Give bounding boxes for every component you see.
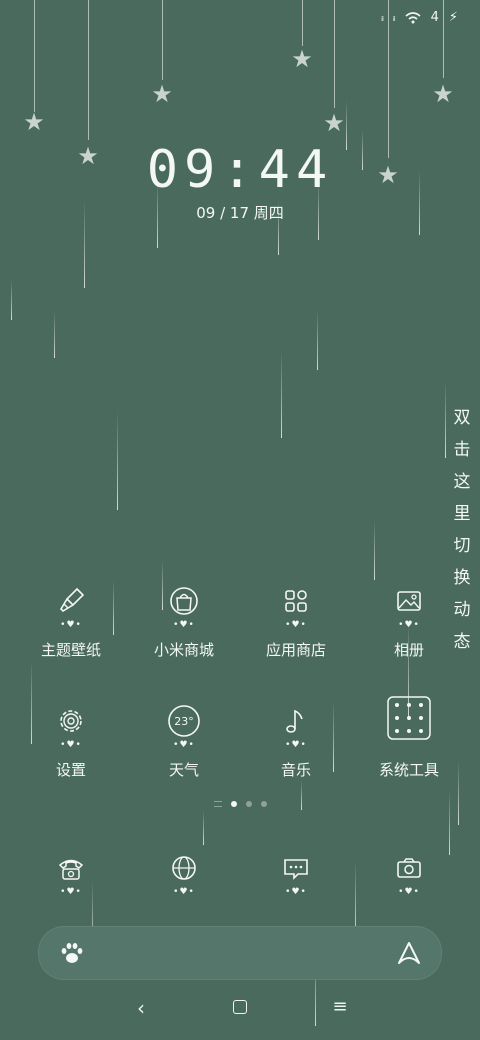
bolt-icon: ⚡	[448, 10, 458, 25]
heart-deco: •♥•	[398, 887, 420, 897]
assistant-icon[interactable]	[395, 939, 423, 967]
star-icon: ★	[23, 108, 45, 136]
star-icon: ★	[291, 45, 313, 73]
rain-line	[11, 280, 12, 320]
signal-icon: ᵢₗ	[380, 11, 384, 24]
dock-messages[interactable]: •♥•	[241, 850, 351, 898]
page-dot-list[interactable]	[213, 801, 222, 807]
status-bar: ᵢₗ ᵢₗ 4 ⚡	[381, 10, 458, 25]
hanging-string	[302, 0, 303, 46]
rain-line	[54, 310, 55, 358]
app-mi-store[interactable]: •♥• 小米商城	[129, 583, 239, 660]
app-label: 天气	[168, 761, 199, 779]
music-note-icon	[286, 709, 303, 733]
heart-deco: •♥•	[60, 620, 82, 630]
heart-deco: •♥•	[173, 620, 195, 630]
heart-deco: •♥•	[285, 740, 307, 750]
lock-clock-date[interactable]: 09 / 17 周四	[0, 202, 480, 223]
browser-globe-icon	[172, 856, 196, 880]
app-weather[interactable]: 23° •♥• 天气	[129, 703, 239, 780]
back-icon[interactable]: ‹	[137, 996, 145, 1020]
star-icon: ★	[432, 80, 454, 108]
hint-char: 里	[453, 504, 471, 524]
hanging-string	[334, 0, 335, 108]
hanging-string	[162, 0, 163, 80]
star-icon: ★	[151, 80, 173, 108]
shop-icon	[170, 587, 198, 615]
brush-icon	[59, 587, 85, 613]
phone-icon	[58, 859, 84, 880]
heart-deco: •♥•	[173, 740, 195, 750]
folder-system-tools[interactable]: 系统工具	[354, 695, 464, 780]
rain-line	[117, 410, 118, 510]
weather-icon: 23°	[168, 705, 200, 737]
app-theme-wallpaper[interactable]: •♥• 主题壁纸	[16, 583, 126, 660]
rain-line	[445, 380, 446, 458]
app-label: 设置	[55, 761, 86, 779]
heart-deco: •♥•	[173, 887, 195, 897]
lock-clock-time[interactable]: 09:44	[0, 140, 480, 200]
app-settings[interactable]: •♥• 设置	[16, 703, 126, 780]
page-indicator[interactable]	[0, 801, 480, 807]
hanging-string	[34, 0, 35, 112]
app-app-store[interactable]: •♥• 应用商店	[241, 583, 351, 660]
camera-icon	[397, 858, 421, 878]
rain-line	[374, 520, 375, 580]
heart-deco: •♥•	[60, 740, 82, 750]
gallery-icon	[397, 591, 421, 611]
paw-icon[interactable]	[59, 940, 85, 966]
battery-level: 4	[430, 10, 439, 25]
search-bar[interactable]	[38, 926, 442, 980]
heart-deco: •♥•	[285, 620, 307, 630]
weather-temp: 23°	[174, 715, 194, 728]
rain-line	[317, 310, 318, 370]
app-label: 相册	[393, 641, 424, 659]
app-label: 系统工具	[378, 761, 439, 779]
app-label: 主题壁纸	[40, 641, 101, 659]
heart-deco: •♥•	[398, 620, 420, 630]
dock-phone[interactable]: •♥•	[16, 850, 126, 898]
dock-camera[interactable]: •♥•	[354, 850, 464, 898]
rain-line	[449, 790, 450, 855]
hint-char: 切	[453, 536, 471, 556]
signal-icon: ᵢₗ	[392, 11, 396, 24]
rain-line	[203, 810, 204, 845]
page-dot[interactable]	[230, 801, 237, 807]
navigation-bar: ‹ ≡	[0, 996, 480, 1028]
rain-line	[281, 350, 282, 438]
app-gallery[interactable]: •♥• 相册	[354, 583, 464, 660]
hint-char: 击	[453, 440, 471, 460]
hint-char: 这	[453, 472, 471, 492]
message-icon	[284, 859, 308, 880]
hanging-string	[88, 0, 89, 140]
app-label: 小米商城	[153, 641, 214, 659]
dock-browser[interactable]: •♥•	[129, 850, 239, 898]
apps-icon	[285, 590, 307, 612]
hint-char: 双	[453, 408, 471, 428]
recents-menu-icon[interactable]: ≡	[332, 996, 347, 1017]
heart-deco: •♥•	[60, 887, 82, 897]
app-label: 音乐	[280, 761, 311, 779]
wifi-icon	[405, 11, 421, 23]
star-icon: ★	[323, 109, 345, 137]
page-dot[interactable]	[245, 801, 252, 807]
folder-icon	[387, 696, 431, 740]
gear-icon	[60, 710, 82, 732]
page-dot[interactable]	[260, 801, 267, 807]
app-music[interactable]: •♥• 音乐	[241, 703, 351, 780]
app-label: 应用商店	[265, 641, 326, 659]
heart-deco: •♥•	[285, 887, 307, 897]
home-icon[interactable]	[233, 1000, 247, 1014]
